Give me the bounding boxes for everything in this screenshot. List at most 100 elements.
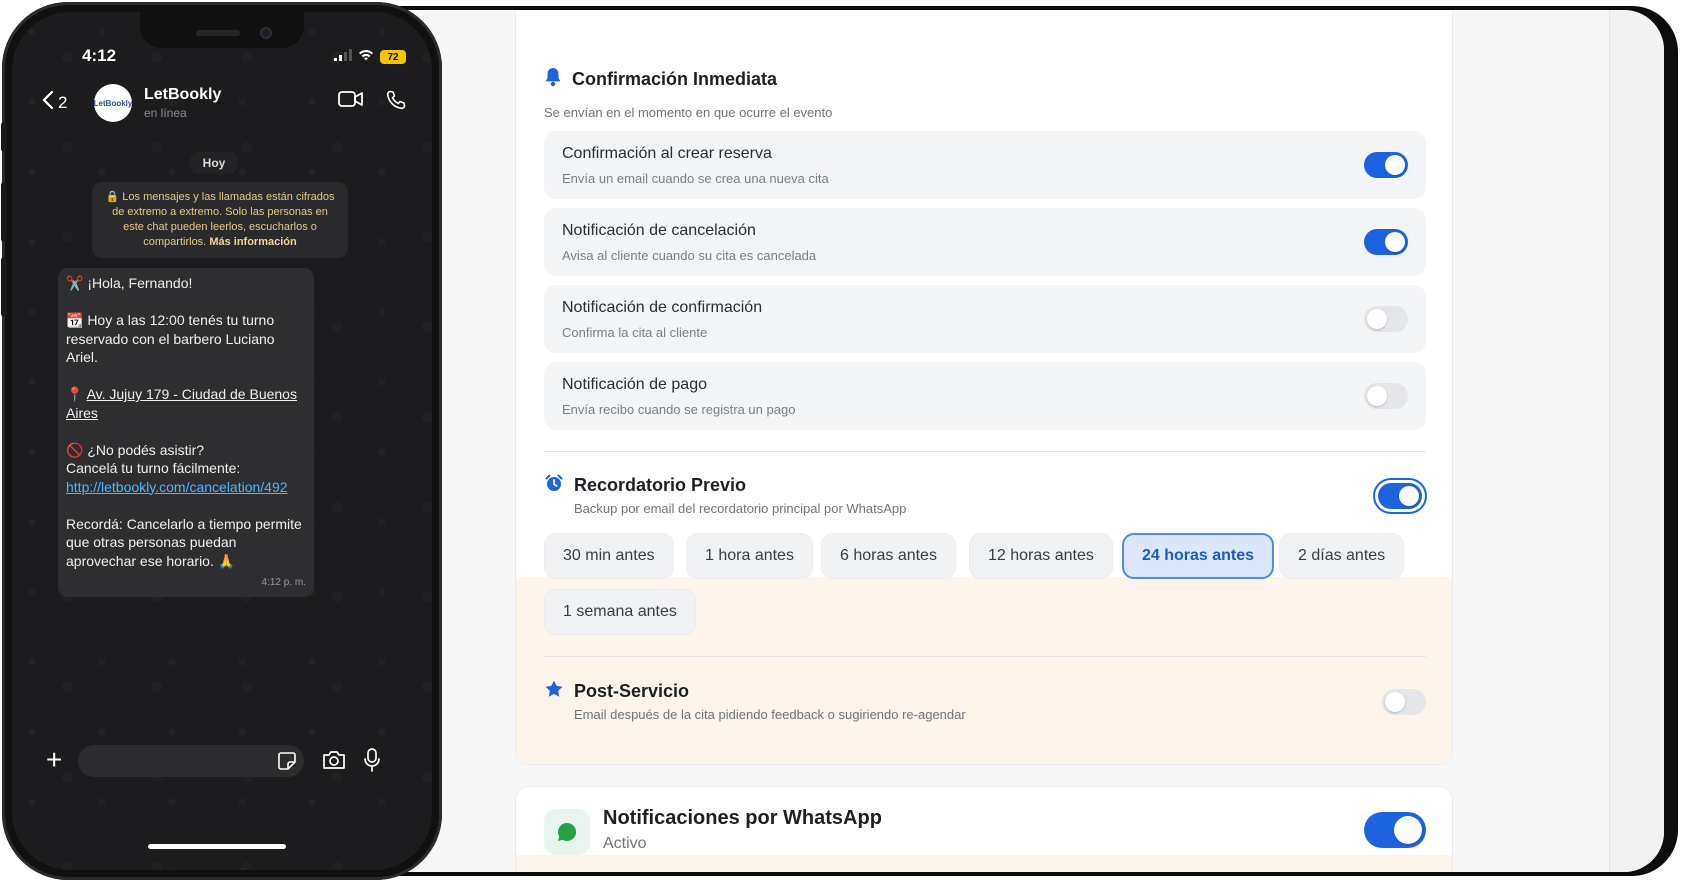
whatsapp-status: Activo — [603, 835, 647, 852]
video-call-icon[interactable] — [338, 90, 364, 115]
phone-frame: 4:12 72 2 LetBookly LetBookly en línea H… — [1, 2, 442, 880]
email-notifications-card: Confirmación Inmediata Se envían en el m… — [515, 10, 1453, 765]
setting-title: Notificación de confirmación — [562, 299, 763, 316]
microphone-icon[interactable] — [364, 748, 380, 777]
plus-icon[interactable]: + — [46, 746, 62, 774]
toggle-knob — [1385, 155, 1405, 175]
toggle-knob — [1394, 816, 1422, 844]
more-info-link[interactable]: Más información — [209, 236, 296, 248]
chat-header-actions — [338, 90, 406, 115]
sticker-icon[interactable] — [278, 752, 296, 775]
chevron-left-icon — [42, 90, 54, 115]
tablet-frame: Confirmación Inmediata Se envían en el m… — [330, 6, 1678, 876]
message-composer: + — [12, 740, 432, 784]
battery-indicator: 72 — [380, 50, 406, 64]
reminder-option-1w[interactable]: 1 semana antes — [544, 589, 696, 635]
home-indicator[interactable] — [148, 844, 286, 849]
divider — [544, 451, 1426, 452]
setting-title: Notificación de cancelación — [562, 222, 756, 239]
wifi-icon — [358, 48, 374, 66]
setting-desc: Confirma la cita al cliente — [562, 325, 708, 340]
chat-header: 2 LetBookly LetBookly en línea — [12, 78, 432, 138]
screen-edge — [1609, 10, 1664, 872]
whatsapp-notifications-card: Notificaciones por WhatsApp Activo — [515, 786, 1453, 872]
status-bar-time: 4:12 — [82, 46, 117, 65]
toggle-post-service[interactable] — [1382, 689, 1426, 715]
toggle-payment[interactable] — [1364, 383, 1408, 409]
message-cancel-block: 🚫 ¿No podés asistir? Cancelá tu turno fác… — [66, 441, 306, 497]
reminder-option-6h[interactable]: 6 horas antes — [821, 533, 956, 579]
back-count: 2 — [58, 92, 68, 112]
contact-status: en línea — [144, 106, 187, 120]
divider — [544, 656, 1426, 657]
toggle-knob — [1399, 486, 1419, 506]
setting-row-cancellation: Notificación de cancelación Avisa al cli… — [544, 208, 1426, 276]
phone-call-icon[interactable] — [386, 90, 406, 115]
reminder-option-2d[interactable]: 2 días antes — [1279, 533, 1405, 579]
stage: Confirmación Inmediata Se envían en el m… — [0, 0, 1681, 882]
status-bar-icons: 72 — [334, 48, 406, 66]
post-service-section-header: Post-Servicio — [544, 679, 689, 704]
message-greeting: ✂️ ¡Hola, Fernando! — [66, 275, 193, 291]
date-separator: Hoy — [190, 152, 238, 174]
signal-icon — [334, 48, 352, 66]
message-input[interactable] — [78, 745, 304, 777]
toggle-knob — [1385, 692, 1405, 712]
phone-volume-down — [1, 257, 7, 317]
message-appointment: 📆 Hoy a las 12:00 tenés tu turno reserva… — [66, 312, 275, 365]
immediate-section-subtitle: Se envían en el momento en que ocurre el… — [544, 105, 833, 120]
toggle-whatsapp[interactable] — [1364, 812, 1426, 848]
reminder-section-subtitle: Backup por email del recordatorio princi… — [574, 501, 907, 516]
star-icon — [544, 679, 564, 704]
cancel-link[interactable]: http://letbookly.com/cancelation/492 — [66, 479, 288, 495]
setting-row-confirmation: Notificación de confirmación Confirma la… — [544, 285, 1426, 353]
card-tint — [516, 855, 1452, 872]
phone-silent-switch — [1, 122, 7, 152]
reminder-option-12h[interactable]: 12 horas antes — [969, 533, 1113, 579]
message-reminder: Recordá: Cancelarlo a tiempo permite que… — [66, 515, 302, 569]
toggle-cancellation[interactable] — [1364, 229, 1408, 255]
toggle-knob — [1367, 309, 1387, 329]
encryption-notice[interactable]: 🔒 Los mensajes y las llamadas están cifr… — [92, 182, 348, 258]
reminder-option-24h[interactable]: 24 horas antes — [1122, 533, 1275, 579]
reminder-option-30min[interactable]: 30 min antes — [544, 533, 674, 579]
post-service-title: Post-Servicio — [574, 681, 690, 701]
cancel-text: Cancelá tu turno fácilmente: — [66, 460, 241, 476]
immediate-section-header: Confirmación Inmediata — [544, 67, 777, 92]
setting-row-payment: Notificación de pago Envía recibo cuando… — [544, 362, 1426, 430]
toggle-knob — [1367, 386, 1387, 406]
whatsapp-chat-screen: 4:12 72 2 LetBookly LetBookly en línea H… — [12, 12, 432, 870]
toggle-create-booking[interactable] — [1364, 152, 1408, 178]
setting-title: Confirmación al crear reserva — [562, 145, 772, 162]
setting-row-create-booking: Confirmación al crear reserva Envía un e… — [544, 131, 1426, 199]
contact-name[interactable]: LetBookly — [144, 86, 221, 104]
phone-notch — [140, 12, 304, 48]
dashboard-screen: Confirmación Inmediata Se envían en el m… — [330, 10, 1664, 872]
setting-desc: Envía un email cuando se crea una nueva … — [562, 171, 829, 186]
post-service-subtitle: Email después de la cita pidiendo feedba… — [574, 707, 966, 722]
setting-title: Notificación de pago — [562, 376, 707, 393]
cancel-question: 🚫 ¿No podés asistir? — [66, 441, 205, 458]
alarm-clock-icon — [544, 473, 564, 498]
setting-desc: Avisa al cliente cuando su cita es cance… — [562, 248, 817, 263]
whatsapp-icon — [544, 809, 590, 855]
incoming-message-bubble[interactable]: ✂️ ¡Hola, Fernando! 📆 Hoy a las 12:00 te… — [58, 268, 314, 597]
speaker — [196, 30, 240, 36]
avatar[interactable]: LetBookly — [94, 84, 132, 122]
address-link[interactable]: Av. Jujuy 179 - Ciudad de Buenos Aires — [66, 386, 297, 421]
reminder-option-1h[interactable]: 1 hora antes — [686, 533, 813, 579]
front-camera — [260, 27, 272, 39]
toggle-confirmation[interactable] — [1364, 306, 1408, 332]
toggle-knob — [1385, 232, 1405, 252]
pin-icon: 📍 — [66, 386, 84, 402]
reminder-section-title: Recordatorio Previo — [574, 475, 747, 495]
phone-volume-up — [1, 182, 7, 242]
bell-icon — [544, 67, 562, 92]
immediate-section-title: Confirmación Inmediata — [572, 69, 778, 89]
message-time: 4:12 p. m. — [261, 577, 306, 588]
lock-icon: 🔒 — [105, 191, 120, 203]
camera-icon[interactable] — [322, 750, 346, 775]
reminder-section-header: Recordatorio Previo — [544, 473, 746, 498]
toggle-reminder[interactable] — [1378, 483, 1422, 509]
back-button[interactable]: 2 — [42, 90, 67, 115]
